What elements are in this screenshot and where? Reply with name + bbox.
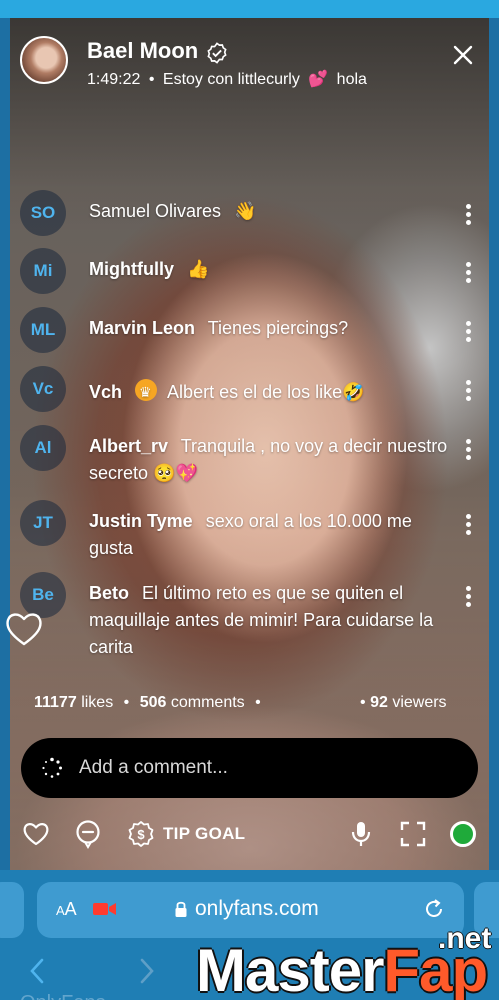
- tip-goal-button[interactable]: $ TIP GOAL: [127, 812, 245, 856]
- separator-dot: •: [255, 694, 261, 711]
- more-icon[interactable]: [466, 380, 472, 402]
- comments-label: comments: [170, 694, 245, 711]
- commenter-avatar[interactable]: JT: [20, 500, 66, 546]
- more-icon[interactable]: [466, 204, 472, 226]
- tip-goal-label: TIP GOAL: [163, 824, 246, 843]
- viewers-stat[interactable]: • 92 viewers: [360, 694, 447, 712]
- comment-user[interactable]: Marvin Leon: [89, 318, 195, 338]
- viewers-count: 92: [370, 694, 388, 711]
- record-icon: [450, 821, 476, 847]
- commenter-avatar[interactable]: ML: [20, 307, 66, 353]
- likes-label: likes: [81, 694, 114, 711]
- status-bar: [0, 0, 499, 18]
- spinner-icon: [42, 757, 62, 778]
- separator-dot: •: [148, 71, 155, 88]
- more-icon[interactable]: [466, 586, 472, 608]
- streamer-avatar[interactable]: [20, 36, 68, 84]
- comment-text: Mightfully 👍: [89, 256, 454, 283]
- comment-text: Beto El último reto es que se quiten el …: [89, 580, 454, 661]
- back-icon[interactable]: [28, 958, 46, 984]
- like-button[interactable]: [22, 812, 50, 856]
- more-icon[interactable]: [466, 321, 472, 343]
- stream-toolbar: $ TIP GOAL: [0, 812, 499, 858]
- close-icon[interactable]: [452, 44, 474, 66]
- commenter-avatar[interactable]: Vc: [20, 366, 66, 412]
- commenter-avatar[interactable]: Al: [20, 425, 66, 471]
- comment-message: 👍: [187, 259, 210, 280]
- comment-message: El último reto es que se quiten el maqui…: [89, 583, 434, 657]
- watermark-fap: Fap: [383, 937, 488, 1000]
- comment-input[interactable]: [79, 752, 459, 784]
- prev-tab[interactable]: [0, 882, 24, 938]
- aa-small: A: [56, 903, 65, 918]
- likes-count: 11177: [34, 694, 77, 711]
- watermark-master: Master: [196, 937, 384, 1000]
- comment-text: Marvin Leon Tienes piercings?: [89, 315, 454, 342]
- comment-user[interactable]: Albert_rv: [89, 436, 168, 456]
- comment-user[interactable]: Mightfully: [89, 259, 174, 279]
- separator-dot: •: [123, 694, 130, 711]
- commenter-avatar[interactable]: Mi: [20, 248, 66, 294]
- comment-text: Samuel Olivares 👋: [89, 198, 454, 225]
- comment-box: [21, 738, 478, 798]
- mic-icon: [351, 822, 371, 846]
- url-text: onlyfans.com: [195, 897, 319, 920]
- more-icon[interactable]: [466, 262, 472, 284]
- comment-user[interactable]: Samuel Olivares: [89, 201, 221, 221]
- fullscreen-button[interactable]: [400, 812, 426, 856]
- elapsed-time: 1:49:22: [87, 71, 141, 88]
- more-icon[interactable]: [466, 439, 472, 461]
- address-bar[interactable]: AA onlyfans.com: [37, 882, 464, 938]
- dollar-icon: $: [128, 821, 154, 847]
- lock-icon: [175, 901, 187, 917]
- heart-icon: [23, 823, 49, 846]
- heart-icon[interactable]: [4, 610, 44, 648]
- stream-subtitle: 1:49:22 • Estoy con littlecurly 💕 hola: [87, 69, 371, 89]
- status-text: Estoy con littlecurly: [162, 71, 300, 88]
- forward-icon[interactable]: [138, 958, 156, 984]
- watermark-text: MasterFap: [196, 936, 488, 1000]
- comment-text: Albert_rv Tranquila , no voy a decir nue…: [89, 433, 454, 487]
- aa-large: A: [64, 899, 77, 919]
- camera-icon[interactable]: [93, 901, 117, 917]
- svg-text:$: $: [137, 827, 145, 842]
- comment-text: Vch Albert es el de los like🤣: [89, 379, 454, 407]
- record-button[interactable]: [450, 812, 476, 856]
- comment-text: Justin Tyme sexo oral a los 10.000 me gu…: [89, 508, 454, 562]
- separator-dot: •: [360, 694, 366, 711]
- emoji-icon: [76, 820, 100, 849]
- comments-count: 506: [139, 694, 167, 711]
- page-title-peek: OnlyFans: [20, 992, 106, 1000]
- stream-header: Bael Moon 1:49:22 • Estoy con littlecurl…: [20, 36, 480, 96]
- reader-aa-button[interactable]: AA: [56, 899, 77, 920]
- verified-icon: [207, 42, 227, 64]
- streamer-name[interactable]: Bael Moon: [87, 38, 198, 64]
- comment-user[interactable]: Justin Tyme: [89, 511, 193, 531]
- emoji-button[interactable]: [75, 812, 101, 856]
- comment-message: 👋: [234, 201, 257, 222]
- comment-message: Albert es el de los like🤣: [167, 382, 365, 402]
- mic-button[interactable]: [350, 812, 372, 856]
- comment-user[interactable]: Vch: [89, 382, 122, 402]
- more-icon[interactable]: [466, 514, 472, 536]
- fullscreen-icon: [400, 821, 426, 847]
- status-emoji: 💕: [308, 69, 329, 88]
- comment-message: Tienes piercings?: [207, 318, 349, 338]
- reload-icon[interactable]: [423, 898, 445, 920]
- comment-user[interactable]: Beto: [89, 583, 129, 603]
- status-suffix: hola: [336, 71, 367, 88]
- commenter-avatar[interactable]: SO: [20, 190, 66, 236]
- stream-stats: 11177 likes • 506 comments • • 92 viewer…: [34, 694, 474, 712]
- viewers-label: viewers: [392, 694, 447, 711]
- crown-icon: [135, 379, 158, 407]
